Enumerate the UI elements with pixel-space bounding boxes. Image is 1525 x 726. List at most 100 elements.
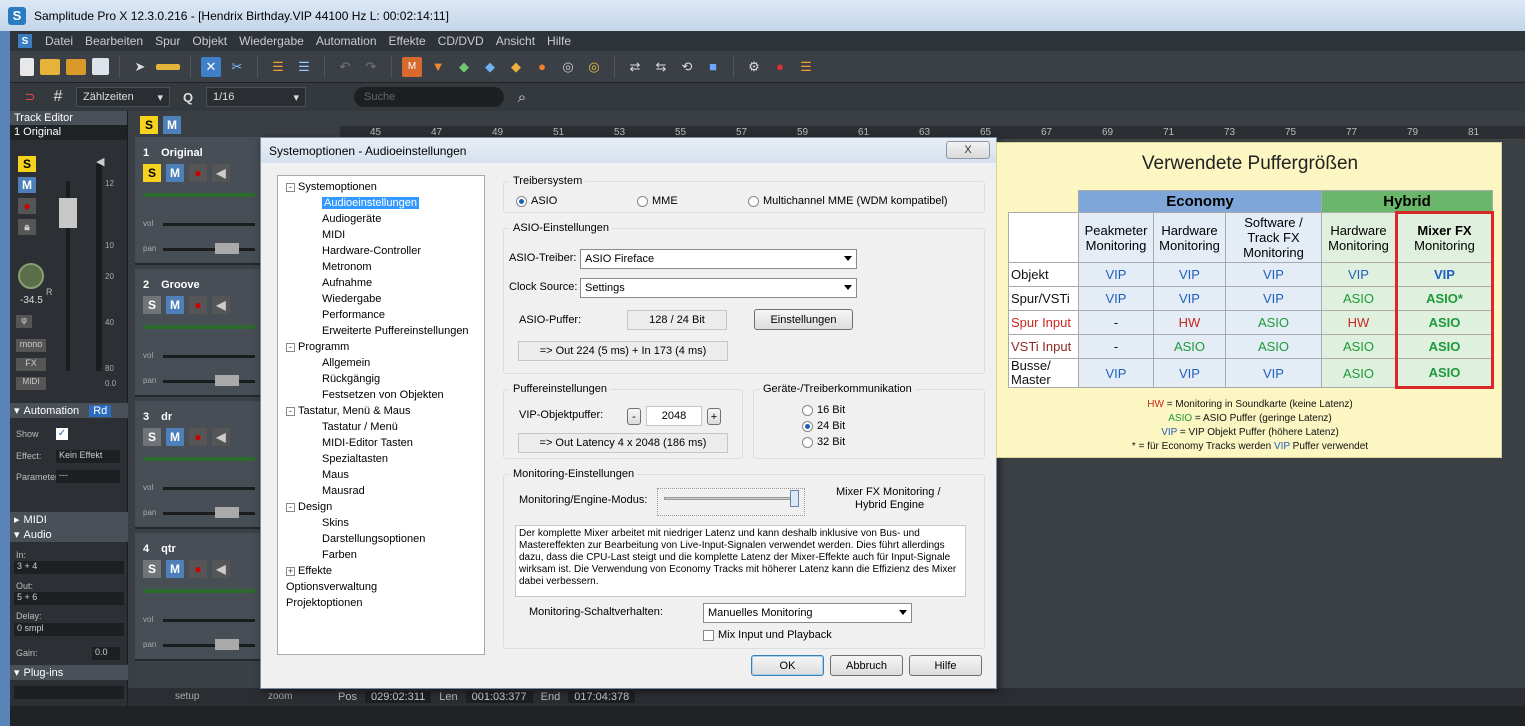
range-tool-icon[interactable] (156, 63, 180, 70)
track-header[interactable]: 3 dr S M ● ◀ vol pan (135, 401, 265, 529)
help-button[interactable]: Hilfe (909, 655, 982, 676)
tree-item[interactable]: Audiogeräte (322, 213, 381, 225)
midi-button[interactable]: MIDI (16, 377, 46, 390)
collapse-icon[interactable]: - (286, 342, 295, 352)
pan-slider-handle[interactable] (215, 639, 239, 650)
lock-icon[interactable]: 🔒︎ (18, 219, 36, 235)
effect-select[interactable]: Kein Effekt (56, 450, 120, 463)
pan-slider[interactable] (163, 380, 255, 383)
delay-value[interactable]: 0 smpl (14, 623, 124, 636)
track-header[interactable]: 4 qtr S M ● ◀ vol pan (135, 533, 265, 661)
tree-item[interactable]: - Tastatur, Menü & Maus (286, 405, 411, 417)
track-name[interactable]: 4 qtr (143, 543, 176, 555)
menu-item-2[interactable]: Spur (150, 34, 185, 48)
track-name[interactable]: 2 Groove (143, 279, 200, 291)
cd-icon[interactable]: ◎ (558, 57, 578, 77)
plugin-slot[interactable] (14, 686, 124, 699)
dynamics-icon[interactable]: ◆ (454, 57, 474, 77)
pan-slider[interactable] (163, 512, 255, 515)
menu-item-7[interactable]: CD/DVD (433, 34, 489, 48)
undo-icon[interactable]: ↶ (335, 57, 355, 77)
search-icon[interactable]: ⌕ (512, 87, 532, 107)
menu-item-6[interactable]: Effekte (384, 34, 431, 48)
list-view-icon[interactable]: ☰ (294, 57, 314, 77)
stereo-icon[interactable]: ● (532, 57, 552, 77)
tree-item[interactable]: Optionsverwaltung (286, 581, 377, 593)
expand-icon[interactable]: + (286, 566, 295, 576)
menu-item-4[interactable]: Wiedergabe (234, 34, 309, 48)
eq-icon[interactable]: ▼ (428, 57, 448, 77)
speaker-icon[interactable]: ◀ (212, 296, 230, 314)
vip-buffer-decrement-button[interactable]: - (627, 408, 641, 425)
snap-icon[interactable]: ✕ (201, 56, 221, 77)
tree-item[interactable]: Skins (322, 517, 349, 529)
grid-icon[interactable]: # (48, 87, 68, 107)
tree-item[interactable]: Maus (322, 469, 349, 481)
engine-mode-slider[interactable] (657, 488, 805, 516)
einstellungen-button[interactable]: Einstellungen (754, 309, 853, 330)
quantize-icon[interactable]: Q (178, 87, 198, 107)
record-button[interactable]: ● (189, 296, 207, 314)
open-folder-icon[interactable] (40, 58, 60, 75)
global-monitor-button[interactable]: M (163, 116, 181, 134)
solo-button[interactable]: S (143, 428, 161, 446)
tree-item[interactable]: - Programm (286, 341, 349, 353)
track-editor-monitor-button[interactable]: M (18, 177, 36, 193)
clock-source-select[interactable]: Settings (580, 278, 857, 298)
tree-item[interactable]: Performance (322, 309, 385, 321)
bit-depth-radio[interactable]: 24 Bit (802, 420, 845, 432)
bit-depth-radio[interactable]: 16 Bit (802, 404, 845, 416)
crossfade-icon[interactable]: ✂ (227, 57, 247, 77)
radio-indicator[interactable] (748, 195, 759, 207)
slider-thumb[interactable] (790, 490, 799, 507)
show-checkbox[interactable]: ✓ (56, 428, 68, 440)
track-editor-record-button[interactable]: ● (18, 198, 36, 214)
radio-indicator[interactable] (802, 420, 813, 432)
track-header[interactable]: 1 Original S M ● ◀ vol pan (135, 137, 265, 265)
fx-button[interactable]: FX (16, 358, 46, 371)
solo-button[interactable]: S (143, 296, 161, 314)
zoom-label[interactable]: zoom (268, 691, 292, 702)
vol-slider[interactable] (163, 223, 255, 226)
rd-badge[interactable]: Rd (89, 404, 112, 417)
solo-button[interactable]: S (143, 560, 161, 578)
input-select[interactable]: 3 + 4 (14, 561, 124, 574)
tree-item[interactable]: MIDI (322, 229, 345, 241)
tree-item[interactable]: Spezialtasten (322, 453, 388, 465)
plugins-section-header[interactable]: ▾ Plug-ins (10, 665, 128, 680)
tree-item[interactable]: Mausrad (322, 485, 365, 497)
tree-item[interactable]: Audioeinstellungen (322, 197, 419, 209)
tree-item[interactable]: + Effekte (286, 565, 332, 577)
midi-section-header[interactable]: ▸ MIDI (10, 512, 128, 527)
pan-slider-handle[interactable] (215, 243, 239, 254)
vol-slider[interactable] (163, 619, 255, 622)
gain-value[interactable]: 0.0 (92, 647, 120, 660)
driver-radio[interactable]: Multichannel MME (WDM kompatibel) (748, 195, 948, 207)
output-select[interactable]: 5 + 6 (14, 592, 124, 605)
radio-indicator[interactable] (802, 404, 813, 416)
setup-label[interactable]: setup (175, 691, 199, 702)
menu-item-5[interactable]: Automation (311, 34, 382, 48)
punch-icon[interactable]: ⇆ (651, 57, 671, 77)
volume-fader-handle[interactable] (59, 198, 77, 228)
reverb-icon[interactable]: ◆ (506, 57, 526, 77)
close-button[interactable]: X (946, 141, 990, 159)
save-icon[interactable] (92, 58, 109, 75)
tree-item[interactable]: Tastatur / Menü (322, 421, 398, 433)
monitor-button[interactable]: M (166, 296, 184, 314)
tree-item[interactable]: - Design (286, 501, 332, 513)
record-button[interactable]: ● (189, 164, 207, 182)
tree-item[interactable]: Wiedergabe (322, 293, 381, 305)
vip-buffer-increment-button[interactable]: + (707, 408, 721, 425)
global-solo-button[interactable]: S (140, 116, 158, 134)
menu-item-9[interactable]: Hilfe (542, 34, 576, 48)
switch-behaviour-select[interactable]: Manuelles Monitoring (703, 603, 912, 623)
marker-icon[interactable]: ■ (703, 57, 723, 77)
tree-item[interactable]: Festsetzen von Objekten (322, 389, 444, 401)
magnet-icon[interactable]: ⊃ (20, 87, 40, 107)
monitor-button[interactable]: M (166, 560, 184, 578)
cancel-button[interactable]: Abbruch (830, 655, 903, 676)
pan-slider[interactable] (163, 248, 255, 251)
vol-slider[interactable] (163, 487, 255, 490)
tree-item[interactable]: Projektoptionen (286, 597, 362, 609)
